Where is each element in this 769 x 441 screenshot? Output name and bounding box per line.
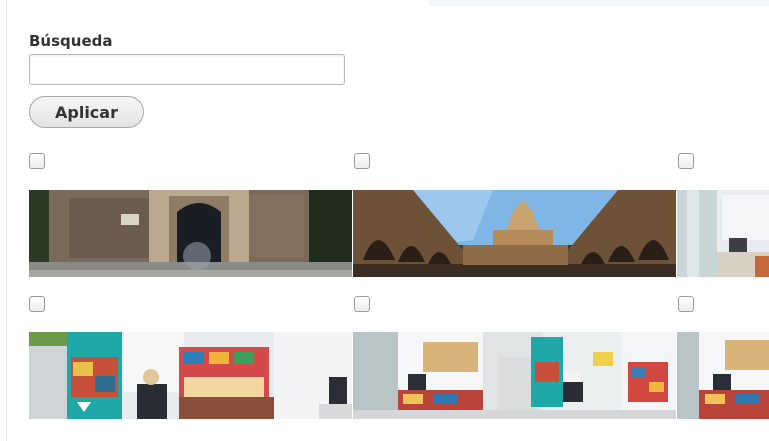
gallery-thumbnail-5[interactable] <box>353 332 676 419</box>
select-checkbox-1[interactable] <box>29 153 45 169</box>
page: Búsqueda Aplicar <box>0 0 769 441</box>
photo-office-partial-icon <box>677 190 769 277</box>
photo-tourist-office-desks-icon <box>353 332 676 419</box>
apply-button[interactable]: Aplicar <box>29 96 144 128</box>
photo-tourist-office-partial-icon <box>677 332 769 419</box>
select-checkbox-6[interactable] <box>678 296 694 312</box>
select-checkbox-5[interactable] <box>354 296 370 312</box>
gallery-thumbnail-4[interactable] <box>29 332 352 419</box>
search-input[interactable] <box>29 54 345 85</box>
select-checkbox-4[interactable] <box>29 296 45 312</box>
photo-stone-gate-icon <box>29 190 352 277</box>
select-checkbox-3[interactable] <box>678 153 694 169</box>
left-border <box>6 0 7 441</box>
gallery-thumbnail-1[interactable] <box>29 190 352 277</box>
search-label: Búsqueda <box>29 32 113 50</box>
top-strip <box>430 0 769 6</box>
photo-tourist-office-brochures-icon <box>29 332 352 419</box>
gallery-thumbnail-6[interactable] <box>677 332 769 419</box>
select-checkbox-2[interactable] <box>354 153 370 169</box>
gallery-thumbnail-2[interactable] <box>353 190 676 277</box>
gallery-thumbnail-3[interactable] <box>677 190 769 277</box>
photo-arcaded-cloister-icon <box>353 190 676 277</box>
